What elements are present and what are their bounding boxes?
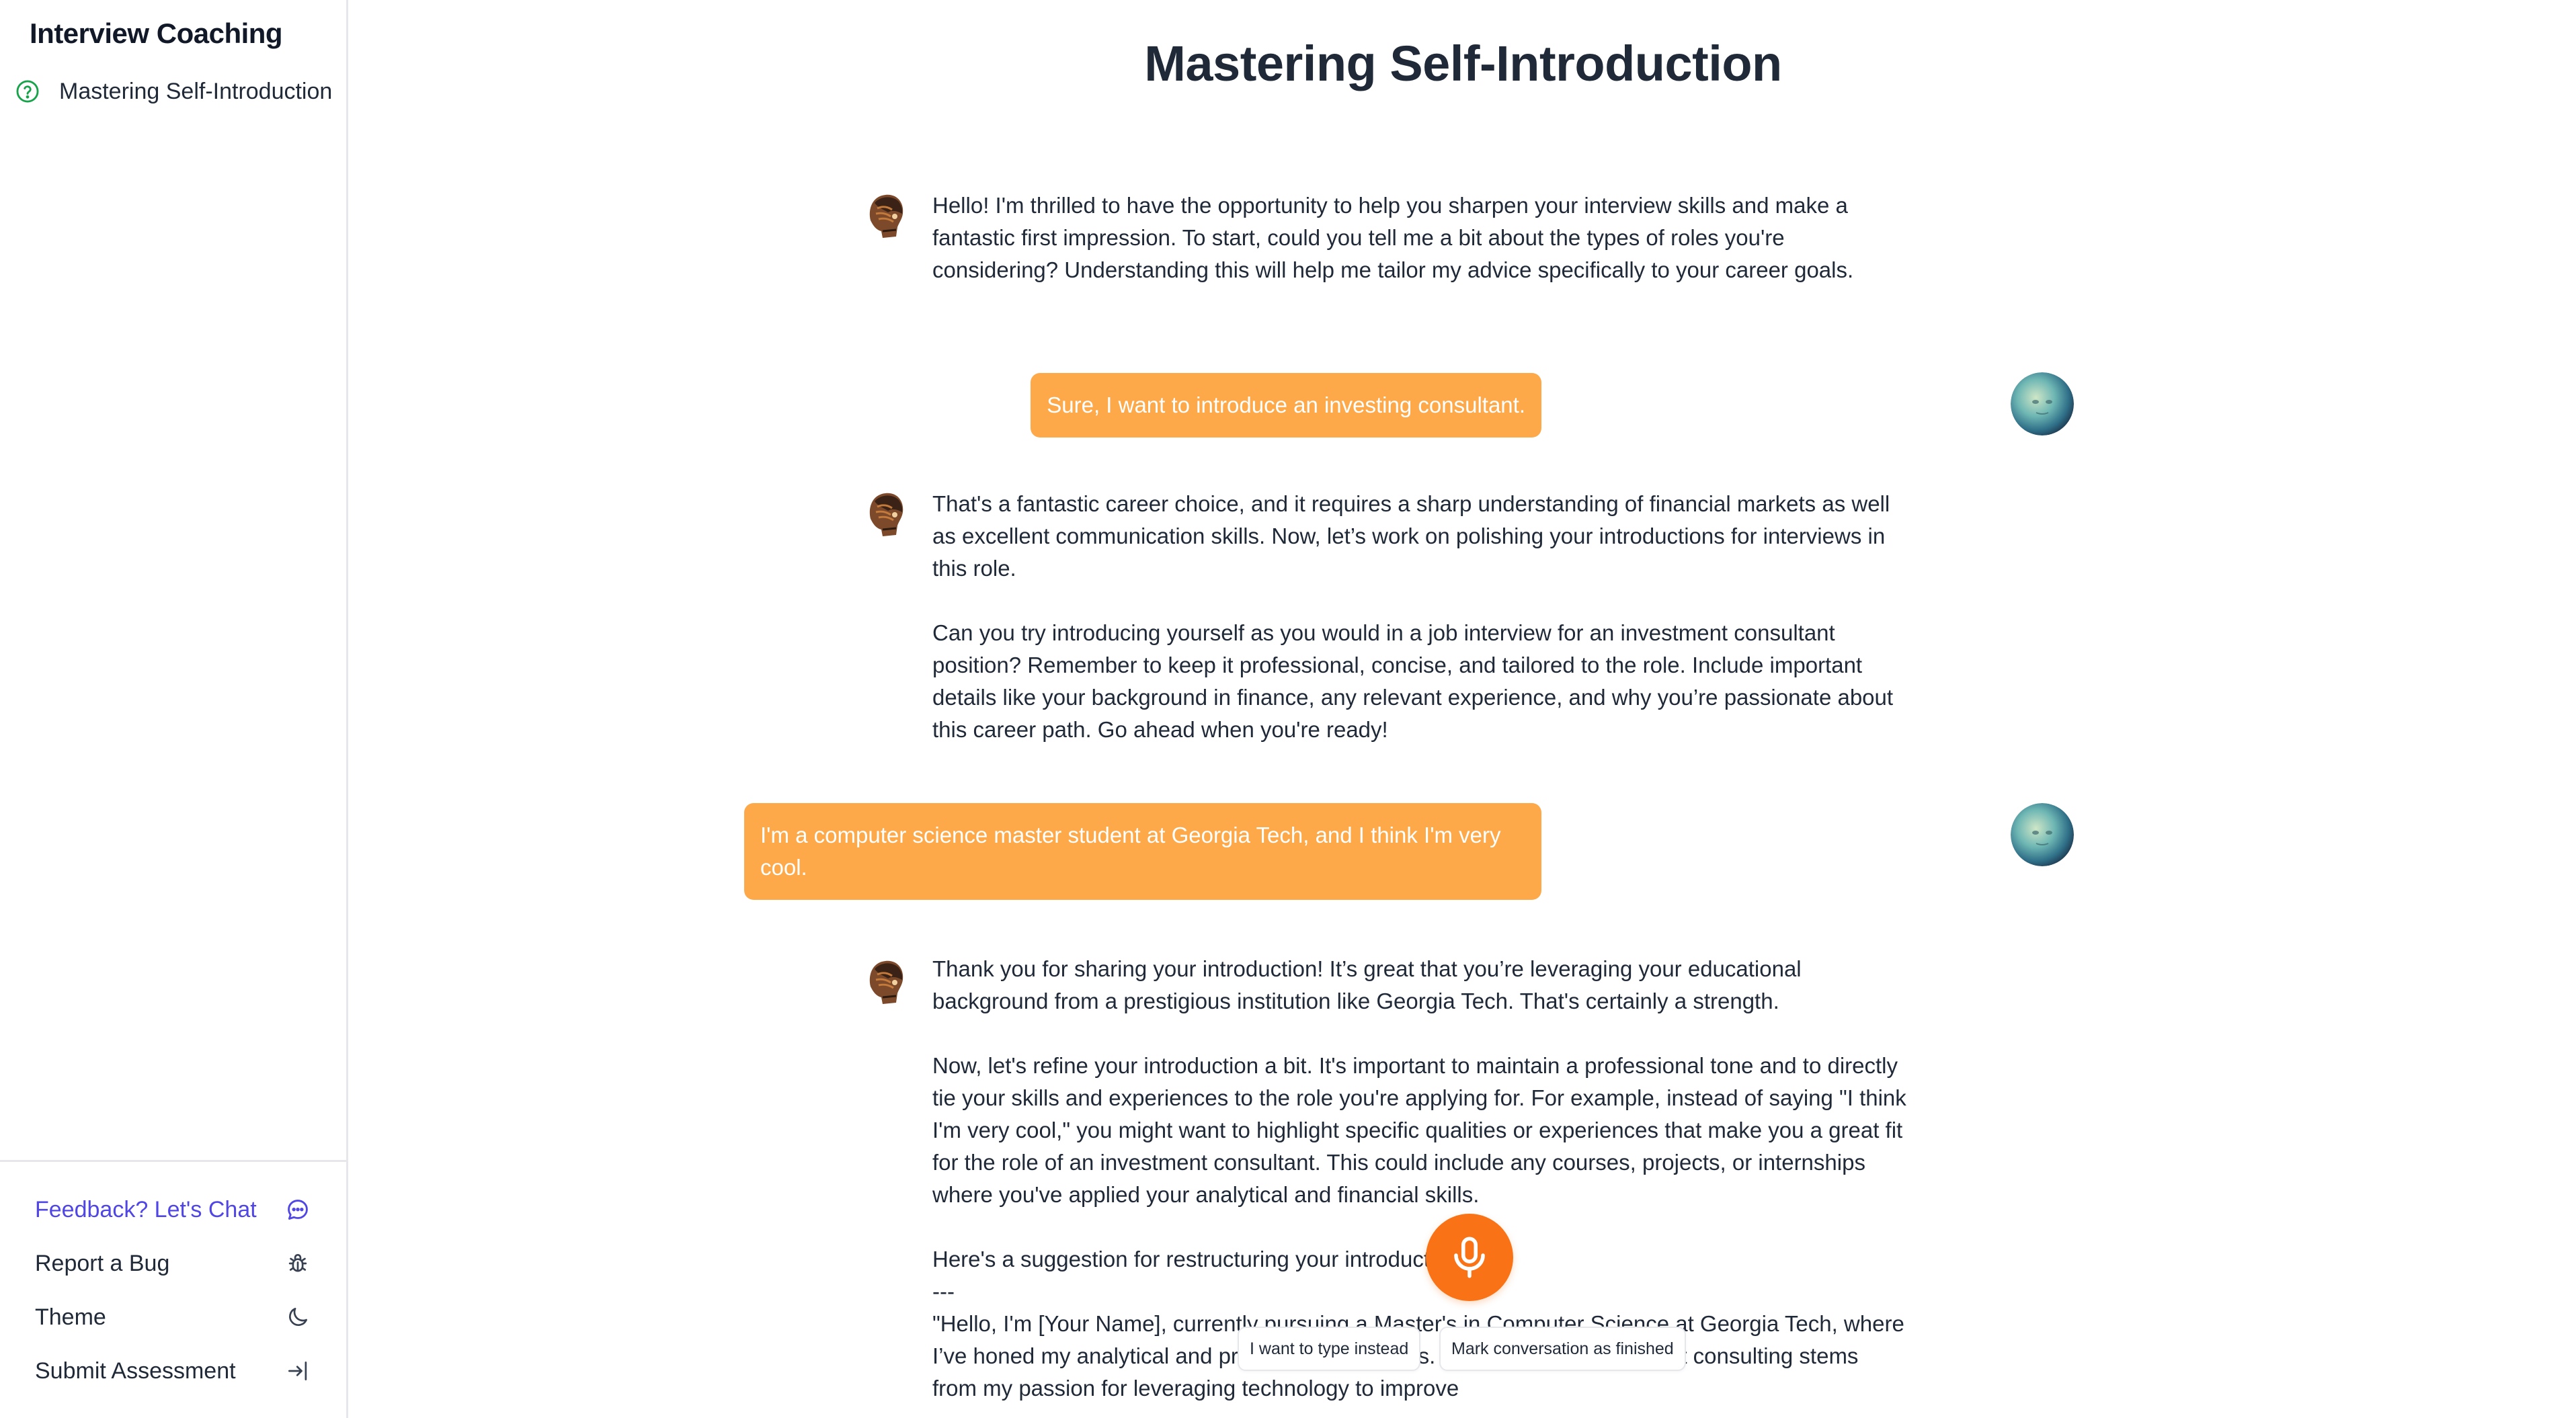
microphone-button[interactable]: [1426, 1214, 1513, 1301]
user-avatar: [2011, 803, 2074, 866]
feedback-chat-link[interactable]: Feedback? Let's Chat: [35, 1190, 311, 1230]
submit-assessment-button[interactable]: Submit Assessment: [35, 1351, 311, 1391]
app-title: Interview Coaching: [30, 17, 283, 49]
report-bug-label: Report a Bug: [35, 1250, 170, 1276]
theme-label: Theme: [35, 1304, 106, 1330]
coach-message: Hello! I'm thrilled to have the opportun…: [932, 193, 1854, 282]
sidebar-divider: [0, 1160, 348, 1162]
app-root: Interview Coaching Mastering Self-Introd…: [0, 0, 2576, 1418]
coach-avatar: [865, 956, 907, 1007]
coach-message: That's a fantastic career choice, and it…: [932, 491, 1894, 742]
user-avatar: [2011, 372, 2074, 435]
coach-avatar: [865, 488, 907, 539]
sign-in-arrow-icon: [285, 1358, 311, 1384]
type-instead-button[interactable]: I want to type instead: [1238, 1327, 1421, 1371]
bug-icon: [285, 1251, 311, 1276]
sidebar-item-mastering-self-introduction[interactable]: Mastering Self-Introduction: [15, 74, 339, 109]
sidebar: Interview Coaching Mastering Self-Introd…: [0, 0, 348, 1418]
page-title: Mastering Self-Introduction: [1144, 36, 1782, 91]
sidebar-item-label: Mastering Self-Introduction: [59, 78, 333, 104]
coach-avatar: [865, 190, 907, 241]
submit-assessment-label: Submit Assessment: [35, 1358, 236, 1384]
chat-main: Mastering Self-Introduction Hello! I'm t…: [350, 0, 2576, 1418]
chat-bubble-icon: [285, 1197, 311, 1222]
user-message: I'm a computer science master student at…: [744, 803, 1541, 900]
mark-finished-button[interactable]: Mark conversation as finished: [1439, 1327, 1686, 1371]
moon-icon: [285, 1304, 311, 1330]
feedback-label: Feedback? Let's Chat: [35, 1196, 257, 1222]
question-circle-icon: [15, 79, 40, 104]
microphone-icon: [1445, 1233, 1494, 1282]
report-bug-button[interactable]: Report a Bug: [35, 1243, 311, 1284]
user-message: Sure, I want to introduce an investing c…: [1031, 373, 1541, 437]
theme-toggle[interactable]: Theme: [35, 1297, 311, 1337]
